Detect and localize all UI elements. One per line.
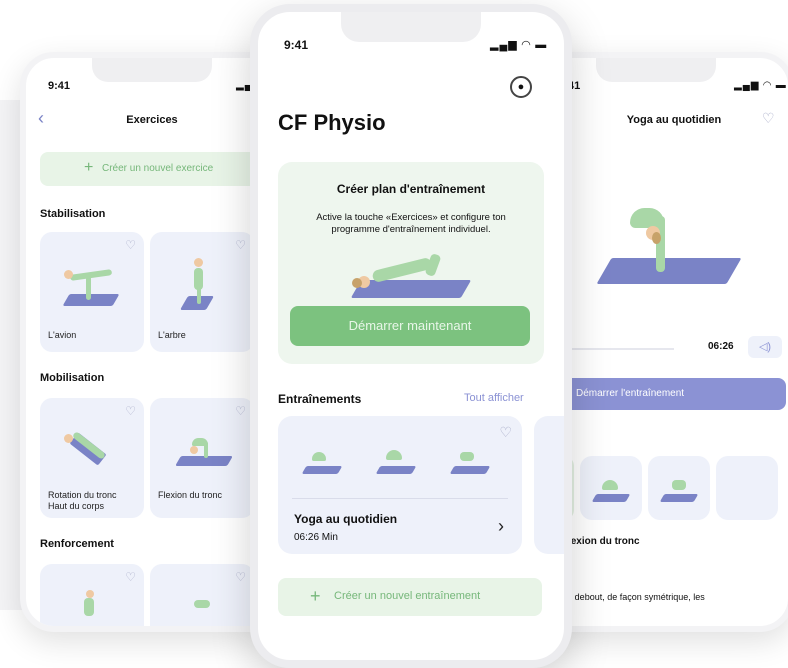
exercise-label: Rotation du tronc Haut du corps: [48, 490, 117, 511]
chevron-right-icon[interactable]: ›: [498, 516, 504, 537]
figure-head: [64, 434, 73, 443]
figure-leg: [204, 442, 208, 458]
figure-body: [460, 452, 474, 461]
figure-head: [194, 258, 203, 267]
figure-body: [194, 268, 203, 290]
training-card[interactable]: ♡ Yoga au quotidien 06:26 Min ›: [278, 416, 522, 554]
figure-head: [86, 590, 94, 598]
exercise-card[interactable]: ♡: [150, 564, 254, 626]
exercise-card-arbre[interactable]: ♡ L'arbre: [150, 232, 254, 352]
heart-icon[interactable]: ♡: [235, 570, 246, 584]
figure-body: [194, 600, 210, 608]
create-training-label: Créer un nouvel entraînement: [334, 590, 481, 602]
status-time: 9:41: [284, 38, 309, 52]
exercise-label: L'arbre: [158, 330, 186, 340]
notch: [596, 58, 716, 82]
heart-icon[interactable]: ♡: [235, 404, 246, 418]
heart-icon[interactable]: ♡: [125, 238, 136, 252]
start-now-label: Démarrer maintenant: [348, 318, 472, 333]
training-duration: 06:26 Min: [294, 532, 338, 543]
figure-body: [386, 450, 402, 460]
profile-icon[interactable]: ●: [510, 76, 532, 98]
duration-label: 06:26: [708, 341, 734, 352]
mat: [375, 466, 417, 474]
plus-icon: +: [84, 159, 94, 176]
figure-hair: [352, 278, 362, 288]
start-training-label: Démarrer l'entraînement: [576, 388, 685, 399]
figure-leg: [86, 276, 91, 300]
exercise-card-rotation[interactable]: ♡ Rotation du tronc Haut du corps: [40, 398, 144, 518]
volume-button[interactable]: ◁): [748, 336, 782, 358]
create-exercise-button[interactable]: + Créer un nouvel exercice: [40, 152, 266, 186]
heart-icon[interactable]: ♡: [762, 110, 775, 127]
app-title: CF Physio: [278, 110, 386, 135]
show-all-link[interactable]: Tout afficher: [464, 392, 524, 404]
figure-body: [69, 269, 113, 281]
exercise-thumb-3[interactable]: [648, 456, 710, 520]
screen-title: Exercices: [126, 114, 178, 126]
mat: [62, 294, 120, 306]
plan-card-title: Créer plan d'entraînement: [336, 182, 486, 196]
notch: [341, 12, 481, 42]
exercise-card-avion[interactable]: ♡ L'avion: [40, 232, 144, 352]
figure-body: [312, 452, 326, 461]
mat: [301, 466, 343, 474]
training-card-next[interactable]: [534, 416, 564, 554]
mat: [659, 494, 699, 502]
training-name: Yoga au quotidien: [294, 512, 398, 526]
figure-body: [84, 598, 94, 616]
notch: [92, 58, 212, 82]
section-title-stabilisation: Stabilisation: [40, 208, 106, 220]
status-icons: ▂▄▆ ◠ ▬: [490, 39, 548, 51]
status-icons: ▂▄▆ ◠ ▬: [734, 80, 787, 91]
create-training-button[interactable]: + Créer un nouvel entraînement: [278, 578, 542, 616]
center-phone: 9:41 ▂▄▆ ◠ ▬ ● CF Physio Créer plan d'en…: [250, 4, 572, 668]
section-title-mobilisation: Mobilisation: [40, 372, 105, 384]
figure-leg: [197, 288, 201, 304]
start-now-button[interactable]: Démarrer maintenant: [290, 306, 530, 346]
figure-head: [190, 446, 198, 454]
figure-leg: [656, 216, 665, 272]
figure-body: [602, 480, 618, 490]
heart-icon[interactable]: ♡: [499, 424, 512, 441]
exercise-thumb-4[interactable]: [716, 456, 778, 520]
exercise-label: L'avion: [48, 330, 77, 340]
create-exercise-label: Créer un nouvel exercice: [102, 163, 214, 174]
mat: [596, 258, 742, 284]
exercise-card-flexion[interactable]: ♡ Flexion du tronc: [150, 398, 254, 518]
left-phone: 9:41 ▂▄▆ ◠ ‹ Exercices + Créer un nouvel…: [20, 52, 284, 632]
exercise-thumb-2[interactable]: [580, 456, 642, 520]
heart-icon[interactable]: ♡: [235, 238, 246, 252]
plan-illustration: [338, 246, 488, 302]
figure-body: [672, 480, 686, 490]
heart-icon[interactable]: ♡: [125, 570, 136, 584]
divider: [292, 498, 508, 499]
figure-head: [64, 270, 73, 279]
trainings-header: Entraînements: [278, 392, 362, 406]
plan-card: Créer plan d'entraînement Active la touc…: [278, 162, 544, 364]
screen-title: Yoga au quotidien: [626, 114, 722, 126]
plus-icon: +: [310, 586, 321, 606]
mat: [449, 466, 491, 474]
mat: [591, 494, 631, 502]
figure-hair: [652, 232, 661, 244]
exercise-card[interactable]: ♡: [40, 564, 144, 626]
figure-leg: [424, 252, 442, 278]
exercise-label: Flexion du tronc: [158, 490, 223, 500]
heart-icon[interactable]: ♡: [125, 404, 136, 418]
status-time: 9:41: [48, 80, 71, 92]
exercise-illustration: [564, 168, 764, 328]
plan-card-description: Active la touche «Exercices» et configur…: [316, 212, 506, 235]
section-title-renforcement: Renforcement: [40, 538, 114, 550]
